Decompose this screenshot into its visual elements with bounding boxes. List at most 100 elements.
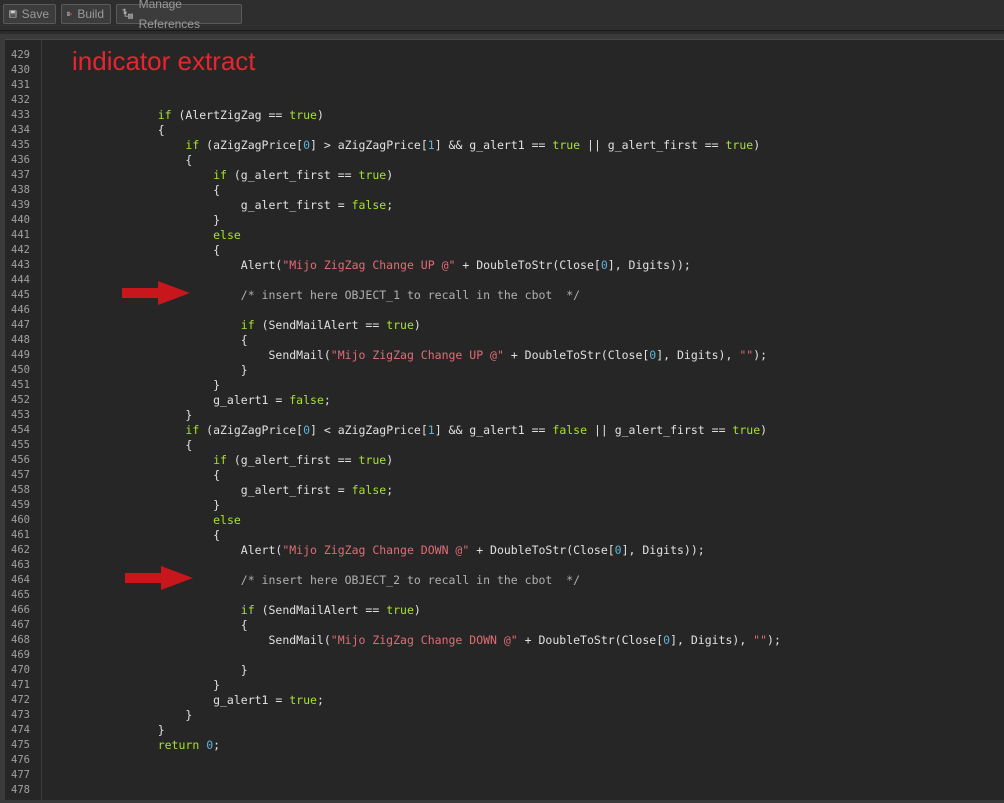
code-token: ) <box>316 108 324 122</box>
line-number: 463 <box>11 559 30 571</box>
code-text: { <box>130 153 192 168</box>
line-number: 469 <box>11 649 30 661</box>
keyword-token: true <box>386 603 414 617</box>
code-text: if (g_alert_first == true) <box>130 453 393 468</box>
line-number: 444 <box>11 274 30 286</box>
keyword-token: true <box>725 138 754 152</box>
code-token: ) <box>386 453 394 467</box>
code-token: g_alert_first = <box>130 198 352 212</box>
code-token: { <box>130 438 193 452</box>
line-number: 445 <box>11 289 30 301</box>
line-number: 453 <box>11 409 30 421</box>
line-number: 434 <box>11 124 30 136</box>
code-token: } <box>130 678 221 692</box>
line-number: 430 <box>11 64 30 76</box>
save-button-label: Save <box>21 7 49 21</box>
code-token: (SendMailAlert == <box>254 318 387 332</box>
keyword-token: true <box>552 138 581 152</box>
code-token: ], Digits)); <box>607 258 691 272</box>
code-text: SendMail("Mijo ZigZag Change UP @" + Dou… <box>130 348 767 363</box>
code-token: { <box>130 243 221 257</box>
number-token: 1 <box>427 423 435 437</box>
code-text: g_alert1 = true; <box>130 693 324 708</box>
keyword-token: true <box>289 693 317 707</box>
code-token: ; <box>386 198 394 212</box>
keyword-token: return <box>157 738 200 752</box>
code-token: || g_alert_first == <box>580 138 726 152</box>
line-number: 470 <box>11 664 30 676</box>
string-token: "Mijo ZigZag Change UP @" <box>282 258 456 272</box>
code-token: ) <box>760 423 768 437</box>
string-token: "" <box>739 348 754 362</box>
code-text: { <box>130 618 248 633</box>
code-text: } <box>130 378 220 393</box>
line-number: 452 <box>11 394 30 406</box>
code-text: if (aZigZagPrice[0] > aZigZagPrice[1] &&… <box>130 138 760 153</box>
line-number: 431 <box>11 79 30 91</box>
code-token: ] < aZigZagPrice[ <box>310 423 428 437</box>
keyword-token: true <box>358 168 387 182</box>
keyword-token: false <box>289 393 324 407</box>
code-token: ] > aZigZagPrice[ <box>310 138 428 152</box>
string-token: "Mijo ZigZag Change DOWN @" <box>282 543 470 557</box>
floppy-disk-icon <box>9 10 17 18</box>
line-number: 472 <box>11 694 30 706</box>
code-token: } <box>130 213 221 227</box>
line-number: 461 <box>11 529 30 541</box>
code-text: { <box>130 528 220 543</box>
line-number: 442 <box>11 244 30 256</box>
line-number: 451 <box>11 379 30 391</box>
line-number: 467 <box>11 619 30 631</box>
string-token: "Mijo ZigZag Change DOWN @" <box>330 633 518 647</box>
code-token: ], Digits), <box>670 633 754 647</box>
line-number: 440 <box>11 214 30 226</box>
keyword-token: if <box>157 108 172 122</box>
code-token: } <box>130 363 248 377</box>
code-token: { <box>130 123 165 137</box>
code-text: /* insert here OBJECT_2 to recall in the… <box>130 573 580 588</box>
code-text: if (g_alert_first == true) <box>130 168 393 183</box>
code-token: } <box>130 498 221 512</box>
code-token: ) <box>413 318 421 332</box>
code-token: ; <box>323 393 331 407</box>
toolbar: Save Build Manage References <box>0 0 1004 31</box>
line-number: 475 <box>11 739 30 751</box>
keyword-token: if <box>240 603 255 617</box>
keyword-token: if <box>213 453 227 467</box>
keyword-token: false <box>552 423 588 437</box>
code-token: Alert( <box>130 258 283 272</box>
manage-references-button[interactable]: Manage References <box>116 0 242 31</box>
code-token: ] && g_alert1 == <box>434 423 553 437</box>
code-text: } <box>130 723 165 738</box>
red-arrow-icon <box>122 281 190 305</box>
code-token: } <box>130 708 193 722</box>
code-token: (AlertZigZag == <box>171 108 290 122</box>
code-token: (g_alert_first == <box>226 168 359 182</box>
line-number: 437 <box>11 169 30 181</box>
line-number: 474 <box>11 724 30 736</box>
code-text: Alert("Mijo ZigZag Change UP @" + Double… <box>130 258 691 273</box>
keyword-token: false <box>351 483 387 497</box>
line-number: 464 <box>11 574 30 586</box>
line-number: 454 <box>11 424 30 436</box>
number-token: 0 <box>303 138 311 152</box>
build-button[interactable]: Build <box>61 4 111 24</box>
code-token: || g_alert_first == <box>587 423 733 437</box>
line-number: 432 <box>11 94 30 106</box>
line-number: 449 <box>11 349 30 361</box>
number-token: 1 <box>427 138 435 152</box>
code-area[interactable]: if (AlertZigZag == true) { if (aZigZagPr… <box>42 40 1004 800</box>
line-number: 450 <box>11 364 30 376</box>
code-editor[interactable]: 429 430 431 432 433 434 435 436 437 438 439 440 441 4… <box>5 39 1004 800</box>
manage-references-label: Manage References <box>138 0 200 31</box>
keyword-token: else <box>213 228 241 242</box>
number-token: 0 <box>303 423 311 437</box>
line-number: 465 <box>11 589 30 601</box>
code-token: + DoubleToStr(Close[ <box>455 258 601 272</box>
save-button[interactable]: Save <box>3 4 56 24</box>
